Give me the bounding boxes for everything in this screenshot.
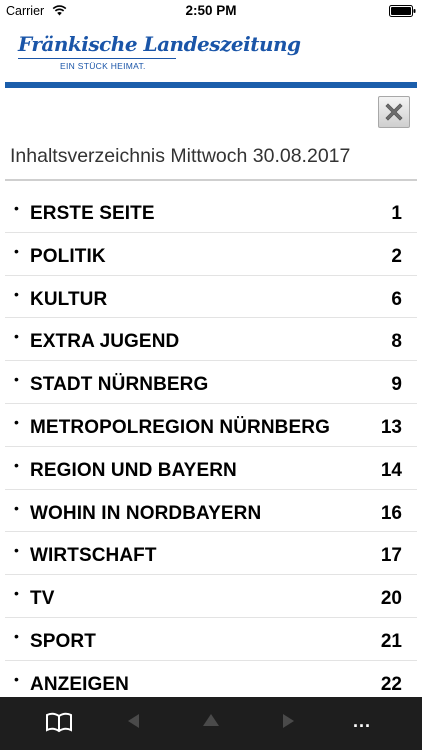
masthead-divider [5, 82, 417, 88]
battery-icon [389, 5, 416, 17]
more-icon[interactable]: ... [351, 711, 373, 731]
page-title: Inhaltsverzeichnis Mittwoch 30.08.2017 [10, 145, 351, 167]
toc-item-page: 14 [380, 459, 402, 481]
bullet-icon: • [14, 200, 19, 216]
toc-list: • ERSTE SEITE 1 • POLITIK 2 • KULTUR 6 •… [0, 190, 422, 704]
toc-item-politik[interactable]: • POLITIK 2 [0, 233, 422, 276]
close-icon [385, 103, 403, 121]
toc-item-label: EXTRA JUGEND [30, 331, 180, 353]
toc-item-label: WOHIN IN NORDBAYERN [30, 502, 262, 524]
toc-item-label: SPORT [30, 630, 96, 652]
toc-item-page: 9 [391, 374, 402, 396]
toc-item-label: STADT NÜRNBERG [30, 374, 209, 396]
newspaper-logo[interactable]: Fränkische Landeszeitung EIN STÜCK HEIMA… [18, 32, 301, 76]
bullet-icon: • [14, 328, 19, 345]
book-icon[interactable] [45, 711, 73, 733]
toc-item-page: 2 [391, 245, 402, 267]
toc-item-page: 21 [380, 630, 402, 652]
toc-item-sport[interactable]: • SPORT 21 [0, 618, 422, 661]
toc-item-wohin-in-nordbayern[interactable]: • WOHIN IN NORDBAYERN 16 [0, 490, 422, 533]
toc-item-page: 6 [391, 288, 402, 310]
toc-item-page: 13 [380, 416, 402, 438]
toc-item-metropolregion-nuernberg[interactable]: • METROPOLREGION NÜRNBERG 13 [0, 404, 422, 447]
toc-item-wirtschaft[interactable]: • WIRTSCHAFT 17 [0, 532, 422, 575]
toc-item-page: 20 [380, 588, 402, 610]
toc-item-region-und-bayern[interactable]: • REGION UND BAYERN 14 [0, 447, 422, 490]
status-time: 2:50 PM [185, 3, 237, 18]
bullet-icon: • [14, 456, 19, 473]
bullet-icon: • [14, 413, 19, 430]
toc-item-kultur[interactable]: • KULTUR 6 [0, 276, 422, 319]
previous-arrow-icon[interactable] [125, 711, 141, 731]
bullet-icon: • [14, 670, 19, 687]
toc-item-label: ERSTE SEITE [30, 203, 155, 224]
logo-tagline: EIN STÜCK HEIMAT. [60, 61, 146, 71]
masthead: Fränkische Landeszeitung EIN STÜCK HEIMA… [0, 22, 422, 88]
toc-item-label: POLITIK [30, 245, 106, 267]
bullet-icon: • [14, 542, 19, 559]
bullet-icon: • [14, 371, 19, 388]
bullet-icon: • [14, 499, 19, 516]
next-arrow-icon[interactable] [281, 711, 297, 731]
toc-item-page: 8 [391, 331, 402, 353]
toc-item-erste-seite[interactable]: • ERSTE SEITE 1 [0, 190, 422, 233]
bullet-icon: • [14, 585, 19, 602]
toc-item-tv[interactable]: • TV 20 [0, 575, 422, 618]
close-button[interactable] [378, 96, 410, 128]
toc-item-label: TV [30, 588, 55, 610]
toc-item-label: ANZEIGEN [30, 673, 129, 695]
bullet-icon: • [14, 285, 19, 302]
bullet-icon: • [14, 242, 19, 259]
bottom-toolbar: ... [0, 697, 422, 750]
toc-item-label: WIRTSCHAFT [30, 545, 157, 567]
title-divider [5, 179, 417, 181]
status-bar: Carrier 2:50 PM [0, 0, 422, 22]
toc-item-page: 17 [380, 545, 402, 567]
toc-item-page: 1 [391, 203, 402, 224]
toc-item-label: METROPOLREGION NÜRNBERG [30, 416, 330, 438]
bullet-icon: • [14, 627, 19, 644]
up-arrow-icon[interactable] [201, 711, 221, 729]
toc-item-label: KULTUR [30, 288, 108, 310]
toc-item-page: 22 [380, 673, 402, 695]
toc-item-label: REGION UND BAYERN [30, 459, 237, 481]
logo-text: Fränkische Landeszeitung [18, 32, 301, 56]
logo-underline [18, 58, 176, 59]
toc-item-extra-jugend[interactable]: • EXTRA JUGEND 8 [0, 318, 422, 361]
toc-item-stadt-nuernberg[interactable]: • STADT NÜRNBERG 9 [0, 361, 422, 404]
toc-item-page: 16 [380, 502, 402, 524]
